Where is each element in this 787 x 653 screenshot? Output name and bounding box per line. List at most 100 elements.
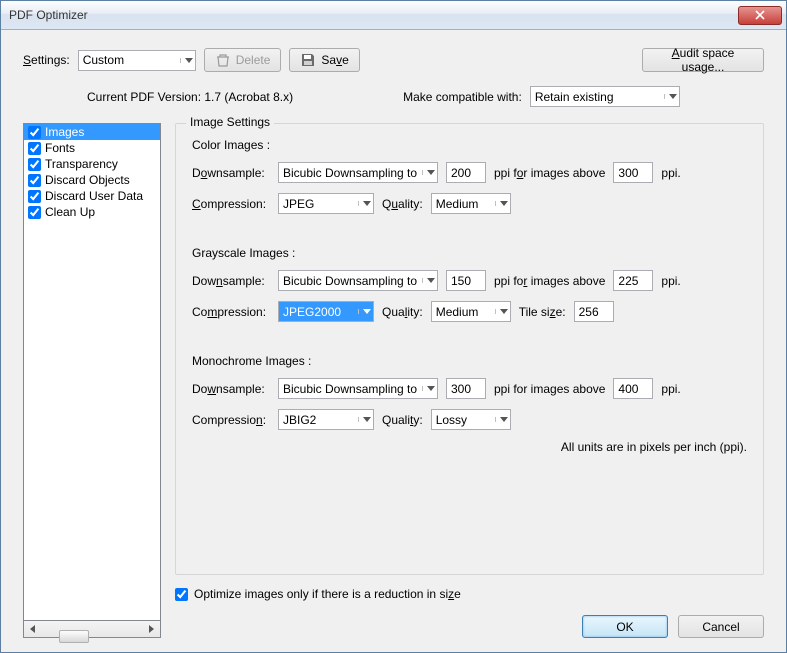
- color-quality-select[interactable]: Medium: [431, 193, 511, 214]
- gray-compression-select[interactable]: JPEG2000: [278, 301, 374, 322]
- scroll-right-icon[interactable]: [143, 622, 160, 637]
- list-scrollbar[interactable]: [23, 621, 161, 638]
- category-images[interactable]: Images: [24, 124, 160, 140]
- chevron-down-icon: [358, 417, 371, 422]
- cancel-button[interactable]: Cancel: [678, 615, 764, 638]
- chevron-down-icon: [358, 309, 371, 314]
- compat-value: Retain existing: [535, 90, 614, 104]
- footnote: All units are in pixels per inch (ppi).: [192, 440, 747, 454]
- downsample-label: Downsample:: [192, 166, 270, 180]
- downsample-label: Downsample:: [192, 274, 270, 288]
- settings-label: Settings:: [23, 53, 70, 67]
- quality-label: Quality:: [382, 197, 423, 211]
- compression-label: Compression:: [192, 197, 270, 211]
- image-settings-fieldset: Image Settings Color Images : Downsample…: [175, 123, 764, 575]
- mono-downsample-select[interactable]: Bicubic Downsampling to: [278, 378, 438, 399]
- save-button[interactable]: Save: [289, 48, 359, 72]
- gray-downsample-select[interactable]: Bicubic Downsampling to: [278, 270, 438, 291]
- gray-ppi-input[interactable]: [446, 270, 486, 291]
- version-row: Current PDF Version: 1.7 (Acrobat 8.x) M…: [23, 86, 764, 107]
- mono-ppi-input[interactable]: [446, 378, 486, 399]
- save-label: Save: [321, 53, 348, 67]
- scroll-thumb[interactable]: [59, 630, 89, 643]
- mono-compression-select[interactable]: JBIG2: [278, 409, 374, 430]
- ppi-suffix: ppi.: [661, 166, 680, 180]
- gray-tile-input[interactable]: [574, 301, 614, 322]
- chevron-down-icon: [495, 417, 508, 422]
- ppi-above-label: ppi for images above: [494, 382, 605, 396]
- chevron-down-icon: [422, 386, 435, 391]
- gray-compression-row: Compression: JPEG2000 Quality: Medium Ti…: [192, 301, 747, 322]
- category-clean-up[interactable]: Clean Up: [24, 204, 160, 220]
- color-ppi-input[interactable]: [446, 162, 486, 183]
- tile-label: Tile size:: [519, 305, 566, 319]
- color-images-title: Color Images :: [192, 138, 747, 152]
- content-area: Settings: Custom Delete Save Audit space…: [1, 30, 786, 652]
- category-checkbox[interactable]: [28, 158, 41, 171]
- compat-select[interactable]: Retain existing: [530, 86, 680, 107]
- delete-label: Delete: [236, 53, 271, 67]
- ppi-above-label: ppi for images above: [494, 166, 605, 180]
- ok-button[interactable]: OK: [582, 615, 668, 638]
- downsample-label: Downsample:: [192, 382, 270, 396]
- ppi-suffix: ppi.: [661, 382, 680, 396]
- pdf-optimizer-window: PDF Optimizer Settings: Custom Delete S: [0, 0, 787, 653]
- toolbar-row: Settings: Custom Delete Save Audit space…: [23, 48, 764, 72]
- audit-button[interactable]: Audit space usage...: [642, 48, 764, 72]
- gray-downsample-row: Downsample: Bicubic Downsampling to ppi …: [192, 270, 747, 291]
- chevron-down-icon: [422, 170, 435, 175]
- category-discard-user-data[interactable]: Discard User Data: [24, 188, 160, 204]
- quality-label: Quality:: [382, 413, 423, 427]
- category-discard-objects[interactable]: Discard Objects: [24, 172, 160, 188]
- mono-images-title: Monochrome Images :: [192, 354, 747, 368]
- ppi-above-label: ppi for images above: [494, 274, 605, 288]
- chevron-down-icon: [358, 201, 371, 206]
- settings-area: Image Settings Color Images : Downsample…: [175, 123, 764, 638]
- window-title: PDF Optimizer: [9, 8, 738, 22]
- chevron-down-icon: [422, 278, 435, 283]
- gray-images-title: Grayscale Images :: [192, 246, 747, 260]
- button-row: OK Cancel: [175, 615, 764, 638]
- color-downsample-select[interactable]: Bicubic Downsampling to: [278, 162, 438, 183]
- gray-quality-select[interactable]: Medium: [431, 301, 511, 322]
- quality-label: Quality:: [382, 305, 423, 319]
- fieldset-legend: Image Settings: [186, 115, 274, 129]
- category-checkbox[interactable]: [28, 142, 41, 155]
- scroll-left-icon[interactable]: [24, 622, 41, 637]
- compression-label: Compression:: [192, 413, 270, 427]
- category-transparency[interactable]: Transparency: [24, 156, 160, 172]
- mono-compression-row: Compression: JBIG2 Quality: Lossy: [192, 409, 747, 430]
- mono-quality-select[interactable]: Lossy: [431, 409, 511, 430]
- titlebar: PDF Optimizer: [1, 1, 786, 30]
- ppi-suffix: ppi.: [661, 274, 680, 288]
- close-button[interactable]: [738, 6, 782, 25]
- color-downsample-row: Downsample: Bicubic Downsampling to ppi …: [192, 162, 747, 183]
- mono-downsample-row: Downsample: Bicubic Downsampling to ppi …: [192, 378, 747, 399]
- category-checkbox[interactable]: [28, 126, 41, 139]
- compression-label: Compression:: [192, 305, 270, 319]
- main-row: Images Fonts Transparency Discard Object…: [23, 123, 764, 638]
- chevron-down-icon: [180, 58, 193, 63]
- close-icon: [755, 10, 765, 20]
- optimize-label: Optimize images only if there is a reduc…: [194, 587, 461, 601]
- mono-ppi-above-input[interactable]: [613, 378, 653, 399]
- category-checkbox[interactable]: [28, 174, 41, 187]
- settings-value: Custom: [83, 53, 124, 67]
- category-checkbox[interactable]: [28, 190, 41, 203]
- trash-icon: [215, 52, 231, 68]
- gray-ppi-above-input[interactable]: [613, 270, 653, 291]
- floppy-icon: [300, 52, 316, 68]
- category-fonts[interactable]: Fonts: [24, 140, 160, 156]
- compat-label: Make compatible with:: [403, 90, 522, 104]
- category-panel: Images Fonts Transparency Discard Object…: [23, 123, 161, 638]
- optimize-row: Optimize images only if there is a reduc…: [175, 587, 764, 601]
- color-ppi-above-input[interactable]: [613, 162, 653, 183]
- audit-label: Audit space usage...: [653, 46, 753, 74]
- category-list[interactable]: Images Fonts Transparency Discard Object…: [23, 123, 161, 621]
- delete-button[interactable]: Delete: [204, 48, 282, 72]
- color-compression-select[interactable]: JPEG: [278, 193, 374, 214]
- chevron-down-icon: [664, 94, 677, 99]
- category-checkbox[interactable]: [28, 206, 41, 219]
- optimize-checkbox[interactable]: [175, 588, 188, 601]
- settings-select[interactable]: Custom: [78, 50, 196, 71]
